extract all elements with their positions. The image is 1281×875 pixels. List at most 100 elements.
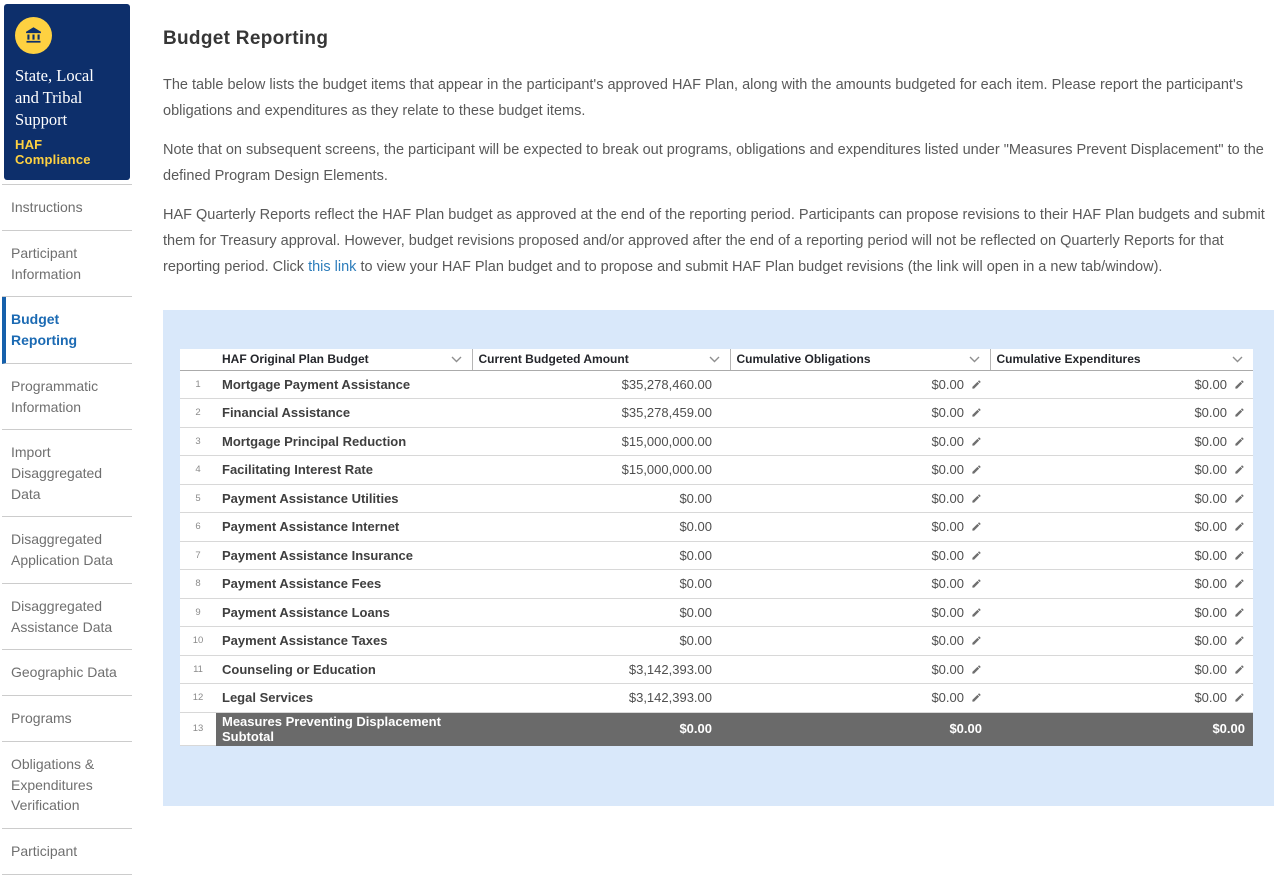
current-budgeted-amount-value: $3,142,393.00 [629,690,712,705]
current-budgeted-amount: $3,142,393.00 [472,684,730,713]
sidebar-nav: InstructionsParticipant InformationBudge… [2,184,132,874]
row-number: 1 [180,370,216,399]
sidebar-item-import-disaggregated-data[interactable]: Import Disaggregated Data [2,430,132,517]
sidebar-item-budget-reporting[interactable]: Budget Reporting [2,297,132,363]
cumulative-expenditures-value: $0.00 [1194,605,1227,620]
sidebar-item-obligations-expenditures-verification[interactable]: Obligations & Expenditures Verification [2,742,132,829]
edit-icon[interactable] [1234,436,1245,447]
current-budgeted-amount-value: $0.00 [679,491,712,506]
sidebar-item-disaggregated-application-data[interactable]: Disaggregated Application Data [2,517,132,583]
cumulative-obligations-value: $0.00 [949,721,982,736]
cumulative-expenditures-value: $0.00 [1194,633,1227,648]
edit-icon[interactable] [1234,664,1245,675]
cumulative-expenditures: $0.00 [990,684,1253,713]
cumulative-obligations: $0.00 [730,627,990,656]
column-header-label: Cumulative Obligations [737,352,871,366]
edit-icon[interactable] [971,578,982,589]
chevron-down-icon[interactable] [1232,356,1243,363]
sidebar-item-geographic-data[interactable]: Geographic Data [2,650,132,696]
cumulative-expenditures-value: $0.00 [1194,434,1227,449]
edit-icon[interactable] [971,692,982,703]
cumulative-obligations-value: $0.00 [931,519,964,534]
cumulative-expenditures-value: $0.00 [1194,405,1227,420]
cumulative-expenditures: $0.00 [990,427,1253,456]
cumulative-expenditures: $0.00 [990,513,1253,542]
edit-icon[interactable] [1234,578,1245,589]
cumulative-obligations-value: $0.00 [931,462,964,477]
cumulative-obligations: $0.00 [730,370,990,399]
row-number: 9 [180,598,216,627]
edit-icon[interactable] [1234,550,1245,561]
brand-title: State, Local and Tribal Support [15,65,120,130]
edit-icon[interactable] [1234,379,1245,390]
cumulative-obligations-value: $0.00 [931,377,964,392]
edit-icon[interactable] [1234,493,1245,504]
column-header-current-budgeted-amount: Current Budgeted Amount [472,349,730,370]
current-budgeted-amount-value: $0.00 [679,548,712,563]
row-number: 5 [180,484,216,513]
cumulative-expenditures: $0.00 [990,570,1253,599]
edit-icon[interactable] [1234,607,1245,618]
current-budgeted-amount-value: $0.00 [679,576,712,591]
budget-row: 10Payment Assistance Taxes$0.00$0.00$0.0… [180,627,1253,656]
budget-table-panel: HAF Original Plan BudgetCurrent Budgeted… [163,310,1274,806]
cumulative-expenditures-value: $0.00 [1194,519,1227,534]
budget-table: HAF Original Plan BudgetCurrent Budgeted… [180,349,1253,746]
current-budgeted-amount: $15,000,000.00 [472,456,730,485]
edit-icon[interactable] [1234,635,1245,646]
row-number: 8 [180,570,216,599]
budget-row: 5Payment Assistance Utilities$0.00$0.00$… [180,484,1253,513]
edit-icon[interactable] [971,635,982,646]
cumulative-expenditures: $0.00 [990,370,1253,399]
chevron-down-icon[interactable] [709,356,720,363]
cumulative-expenditures: $0.00 [990,598,1253,627]
column-header-cumulative-expenditures: Cumulative Expenditures [990,349,1253,370]
budget-item-name: Financial Assistance [216,399,472,428]
cumulative-expenditures-value: $0.00 [1194,576,1227,591]
edit-icon[interactable] [971,407,982,418]
sidebar-item-participant-information[interactable]: Participant Information [2,231,132,297]
edit-icon[interactable] [971,664,982,675]
budget-row: 8Payment Assistance Fees$0.00$0.00$0.00 [180,570,1253,599]
current-budgeted-amount: $0.00 [472,541,730,570]
column-header-label: Current Budgeted Amount [479,352,629,366]
row-number: 7 [180,541,216,570]
haf-plan-budget-link[interactable]: this link [308,259,356,275]
edit-icon[interactable] [1234,692,1245,703]
edit-icon[interactable] [1234,407,1245,418]
cumulative-expenditures: $0.00 [990,655,1253,684]
cumulative-obligations: $0.00 [730,712,990,745]
cumulative-obligations-value: $0.00 [931,548,964,563]
edit-icon[interactable] [1234,521,1245,532]
cumulative-obligations-value: $0.00 [931,662,964,677]
current-budgeted-amount: $0.00 [472,513,730,542]
sidebar-item-participant[interactable]: Participant [2,829,132,875]
edit-icon[interactable] [971,550,982,561]
edit-icon[interactable] [971,379,982,390]
page-title: Budget Reporting [163,28,1274,50]
edit-icon[interactable] [971,464,982,475]
chevron-down-icon[interactable] [451,356,462,363]
edit-icon[interactable] [1234,464,1245,475]
current-budgeted-amount-value: $15,000,000.00 [622,462,712,477]
treasury-building-icon [23,25,44,46]
edit-icon[interactable] [971,521,982,532]
edit-icon[interactable] [971,607,982,618]
current-budgeted-amount: $0.00 [472,598,730,627]
revisions-text-after: to view your HAF Plan budget and to prop… [356,259,1162,275]
cumulative-obligations-value: $0.00 [931,605,964,620]
sidebar-item-programmatic-information[interactable]: Programmatic Information [2,364,132,430]
chevron-down-icon[interactable] [969,356,980,363]
edit-icon[interactable] [971,493,982,504]
budget-item-name: Payment Assistance Fees [216,570,472,599]
cumulative-expenditures-value: $0.00 [1212,721,1245,736]
current-budgeted-amount-value: $15,000,000.00 [622,434,712,449]
edit-icon[interactable] [971,436,982,447]
sidebar-item-disaggregated-assistance-data[interactable]: Disaggregated Assistance Data [2,584,132,650]
row-number-column-header [180,349,216,370]
sidebar-item-programs[interactable]: Programs [2,696,132,742]
cumulative-obligations: $0.00 [730,684,990,713]
sidebar-item-instructions[interactable]: Instructions [2,185,132,231]
cumulative-expenditures-value: $0.00 [1194,662,1227,677]
budget-item-name: Mortgage Principal Reduction [216,427,472,456]
